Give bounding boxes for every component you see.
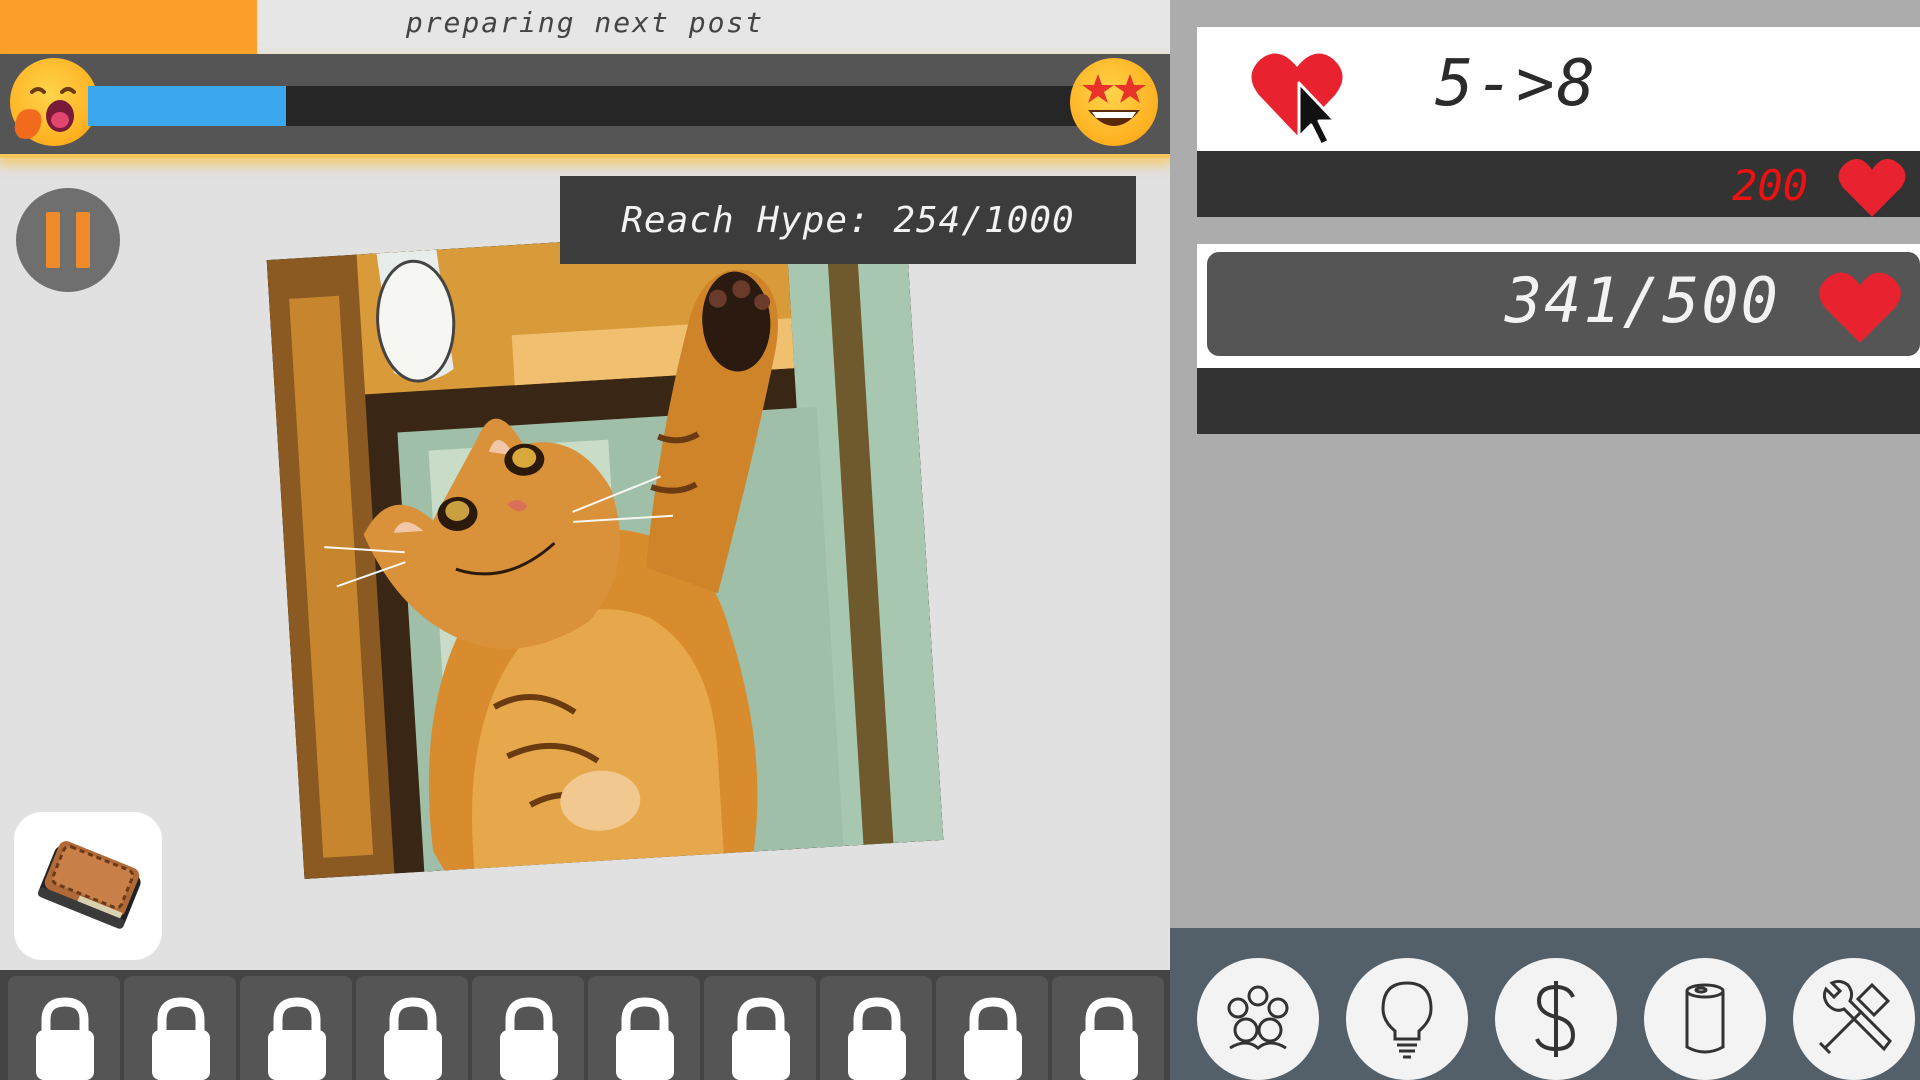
lock-icon: [384, 997, 442, 1080]
yawning-face-icon: [10, 58, 98, 146]
heart-icon: [1819, 272, 1901, 343]
lock-icon: [500, 997, 558, 1080]
wallet-icon: [37, 841, 141, 929]
locked-slot[interactable]: [936, 976, 1048, 1080]
upgrade-cost-value: 200: [1732, 161, 1808, 210]
lock-icon: [616, 997, 674, 1080]
likes-counter: 341/500: [1197, 244, 1920, 368]
money-button[interactable]: [1495, 958, 1617, 1080]
likes-counter-bar: 341/500: [1207, 252, 1920, 356]
click-value-upgrade: 5->8: [1435, 47, 1598, 121]
locked-slot[interactable]: [8, 976, 120, 1080]
mood-meter-fill: [88, 86, 286, 126]
locked-slot[interactable]: [588, 976, 700, 1080]
lock-icon: [152, 997, 210, 1080]
lock-icon: [964, 997, 1022, 1080]
followers-button[interactable]: [1197, 958, 1319, 1080]
storage-button[interactable]: [1644, 958, 1766, 1080]
lock-icon: [1080, 997, 1138, 1080]
reach-hype-label: Reach Hype: 254/1000: [560, 176, 1136, 264]
star-struck-face-icon: [1070, 58, 1158, 146]
cylinder-icon: [1685, 983, 1725, 1054]
locked-slot[interactable]: [820, 976, 932, 1080]
locked-slot[interactable]: [472, 976, 584, 1080]
locked-slot[interactable]: [1052, 976, 1164, 1080]
mood-meter: [0, 54, 1170, 158]
next-post-progress-bar: preparing next post: [0, 0, 1170, 54]
empty-status-bar: [1197, 368, 1920, 434]
upgrade-cost-bar[interactable]: 200: [1197, 151, 1920, 217]
game-area: preparing next post Reach Hype: 254/1000: [0, 0, 1170, 1080]
tools-button[interactable]: [1793, 958, 1915, 1080]
lock-icon: [36, 997, 94, 1080]
locked-slot[interactable]: [704, 976, 816, 1080]
locked-slot[interactable]: [240, 976, 352, 1080]
heart-cursor-icon: [1251, 53, 1343, 145]
group-icon: [1227, 985, 1289, 1050]
ideas-button[interactable]: [1346, 958, 1468, 1080]
lightbulb-icon: [1381, 981, 1433, 1059]
mood-meter-track: [88, 86, 1078, 126]
stats-panel: 5->8 200 341/500: [1170, 0, 1920, 1080]
lock-icon: [732, 997, 790, 1080]
tools-icon: [1818, 979, 1892, 1055]
locked-slot[interactable]: [124, 976, 236, 1080]
heart-icon: [1838, 159, 1906, 217]
dollar-icon: [1535, 981, 1576, 1057]
pause-button[interactable]: [16, 188, 120, 292]
locked-slot[interactable]: [356, 976, 468, 1080]
pause-icon: [46, 212, 60, 268]
lock-icon: [848, 997, 906, 1080]
likes-value: 341/500: [1504, 264, 1780, 337]
cat-post-image[interactable]: [266, 221, 944, 879]
next-post-progress-label: preparing next post: [405, 6, 765, 39]
bottom-menu: [1170, 928, 1920, 1080]
locked-slots-row: [0, 970, 1170, 1080]
click-upgrade-card[interactable]: 5->8: [1197, 27, 1920, 151]
lock-icon: [268, 997, 326, 1080]
wallet-button[interactable]: [14, 812, 162, 960]
